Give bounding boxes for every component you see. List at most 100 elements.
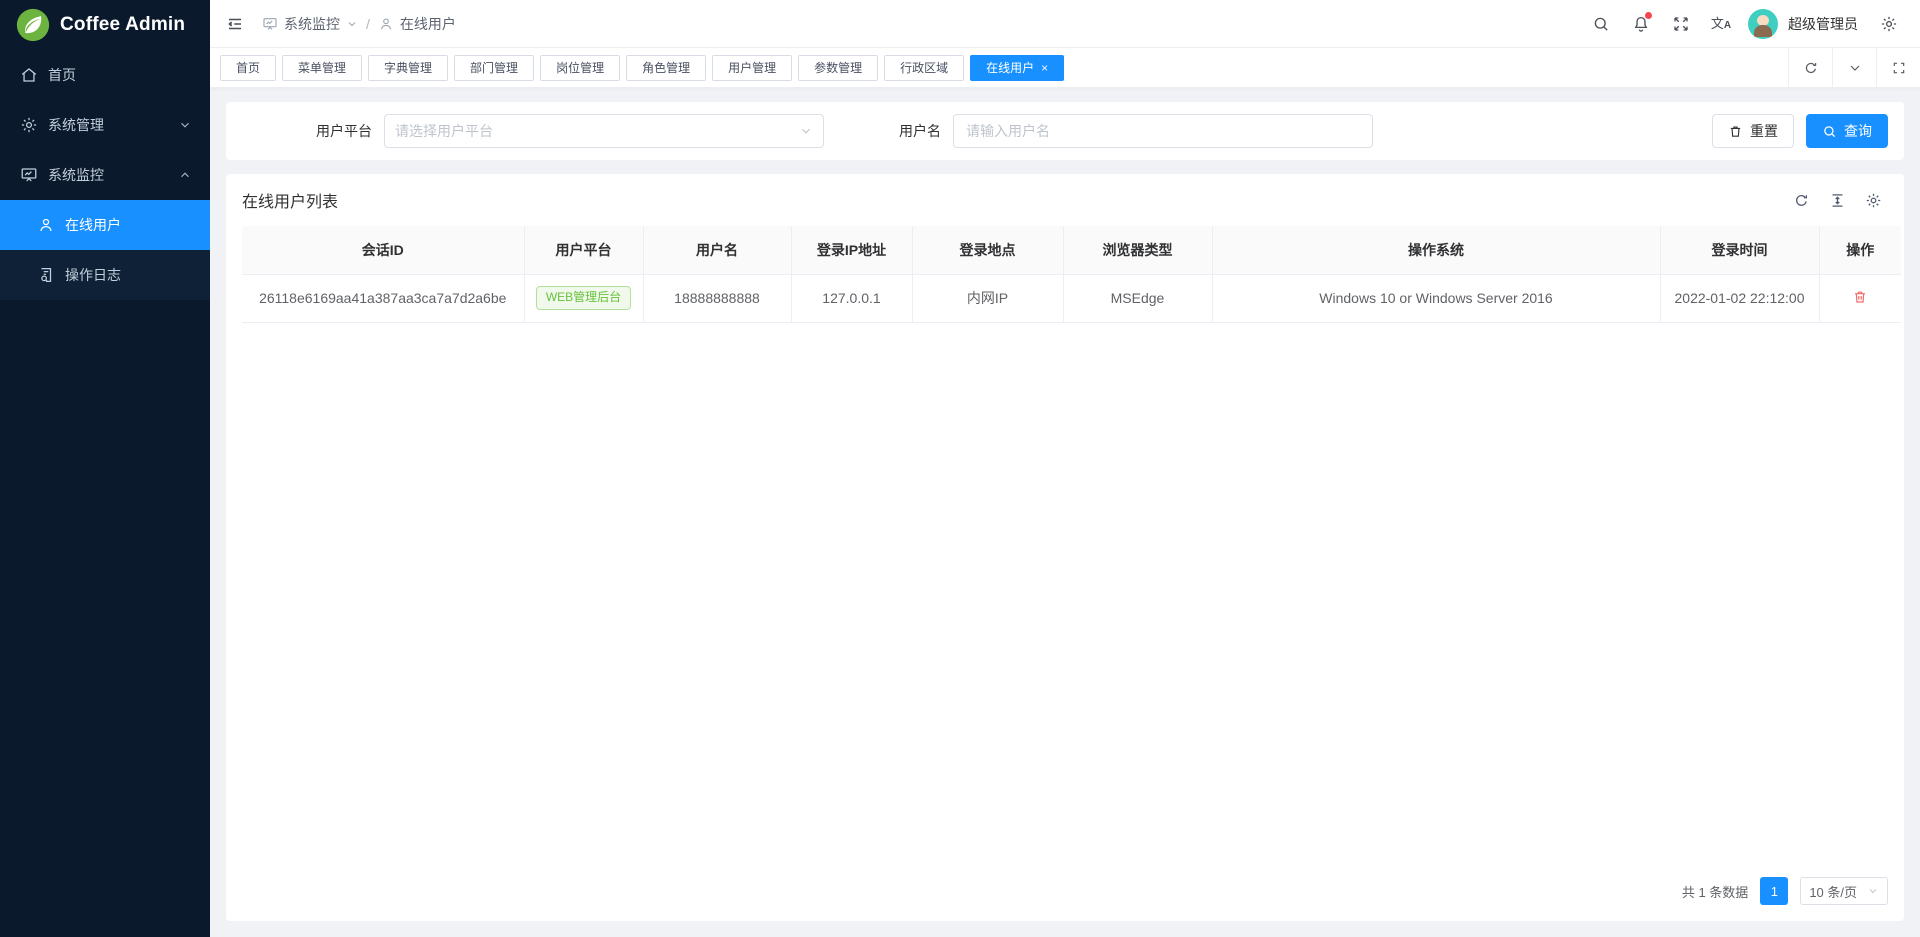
chevron-up-icon	[178, 168, 192, 182]
brand[interactable]: Coffee Admin	[0, 0, 210, 50]
user-name[interactable]: 超级管理员	[1788, 14, 1858, 34]
cell-os: Windows 10 or Windows Server 2016	[1212, 274, 1660, 322]
breadcrumb-label: 系统监控	[284, 14, 340, 34]
refresh-icon[interactable]	[1786, 185, 1816, 215]
tab-post-management[interactable]: 岗位管理	[540, 55, 620, 81]
gear-icon	[20, 116, 38, 134]
filter-platform: 用户平台 请选择用户平台	[316, 114, 824, 148]
platform-label: 用户平台	[316, 121, 372, 141]
log-icon	[37, 266, 55, 284]
column-settings-gear-icon[interactable]	[1858, 185, 1888, 215]
sidebar-collapse-button[interactable]	[216, 5, 254, 43]
navbar-right: 文A 超级管理员	[1582, 5, 1908, 43]
top-navbar: 系统监控 / 在线用户	[210, 0, 1920, 48]
breadcrumb-item-online-users: 在线用户	[378, 14, 456, 34]
app-root: Coffee Admin 首页 系统管理	[0, 0, 1920, 937]
platform-select-placeholder: 请选择用户平台	[395, 121, 799, 141]
main-column: 系统监控 / 在线用户	[210, 0, 1920, 937]
column-header-username: 用户名	[643, 226, 791, 274]
column-header-browser: 浏览器类型	[1063, 226, 1212, 274]
tab-role-management[interactable]: 角色管理	[626, 55, 706, 81]
pagination: 共 1 条数据 1 10 条/页	[242, 861, 1888, 921]
pagination-total: 共 1 条数据	[1682, 882, 1748, 901]
sidebar-item-online-users[interactable]: 在线用户	[0, 200, 210, 250]
sidebar-item-system-management[interactable]: 系统管理	[0, 100, 210, 150]
user-icon	[378, 16, 394, 32]
sidebar-item-label: 系统管理	[48, 115, 104, 135]
tab-dict-management[interactable]: 字典管理	[368, 55, 448, 81]
breadcrumb: 系统监控 / 在线用户	[262, 14, 456, 34]
filter-username: 用户名	[899, 114, 1373, 148]
home-icon	[20, 66, 38, 84]
page-size-select[interactable]: 10 条/页	[1800, 877, 1888, 905]
tab-admin-region[interactable]: 行政区域	[884, 55, 964, 81]
breadcrumb-item-system-monitor[interactable]: 系统监控	[262, 14, 358, 34]
card-title: 在线用户列表	[242, 188, 338, 212]
sidebar-item-operation-logs[interactable]: 操作日志	[0, 250, 210, 300]
user-icon	[37, 216, 55, 234]
breadcrumb-separator: /	[366, 16, 370, 32]
tab-bar: 首页 菜单管理 字典管理 部门管理 岗位管理 角色管理 用户管理 参数管理 行政…	[210, 48, 1920, 88]
notification-badge	[1645, 12, 1652, 19]
filter-actions: 重置 查询	[1712, 114, 1888, 148]
platform-select[interactable]: 请选择用户平台	[384, 114, 824, 148]
tab-dept-management[interactable]: 部门管理	[454, 55, 534, 81]
table-row: 26118e6169aa41a387aa3ca7a7d2a6be WEB管理后台…	[242, 274, 1901, 322]
tab-user-management[interactable]: 用户管理	[712, 55, 792, 81]
settings-gear-icon[interactable]	[1870, 5, 1908, 43]
tab-home[interactable]: 首页	[220, 55, 276, 81]
tab-param-management[interactable]: 参数管理	[798, 55, 878, 81]
reset-button[interactable]: 重置	[1712, 114, 1794, 148]
column-header-platform: 用户平台	[524, 226, 643, 274]
username-label: 用户名	[899, 121, 941, 141]
search-button[interactable]: 查询	[1806, 114, 1888, 148]
trash-icon	[1728, 124, 1743, 139]
notification-bell-icon[interactable]	[1622, 5, 1660, 43]
tab-close-icon[interactable]: ×	[1041, 62, 1048, 74]
sidebar-item-label: 操作日志	[65, 265, 121, 285]
monitor-icon	[262, 16, 278, 32]
platform-tag: WEB管理后台	[536, 286, 631, 310]
card-tools	[1786, 185, 1888, 215]
sidebar-item-home[interactable]: 首页	[0, 50, 210, 100]
fullscreen-icon[interactable]	[1662, 5, 1700, 43]
row-height-icon[interactable]	[1822, 185, 1852, 215]
cell-browser: MSEdge	[1063, 274, 1212, 322]
chevron-down-icon	[1867, 885, 1879, 897]
brand-name: Coffee Admin	[60, 14, 185, 36]
content-area: 用户平台 请选择用户平台 用户名 重置	[210, 88, 1920, 937]
card-header: 在线用户列表	[242, 174, 1888, 226]
maximize-icon[interactable]	[1876, 48, 1920, 87]
tab-menu-management[interactable]: 菜单管理	[282, 55, 362, 81]
sidebar: Coffee Admin 首页 系统管理	[0, 0, 210, 937]
tab-bar-actions	[1788, 48, 1920, 87]
avatar[interactable]	[1748, 9, 1778, 39]
online-users-card: 在线用户列表	[226, 174, 1904, 921]
cell-location: 内网IP	[912, 274, 1063, 322]
brand-leaf-icon	[16, 8, 50, 42]
sidebar-item-system-monitor[interactable]: 系统监控	[0, 150, 210, 200]
tab-online-users[interactable]: 在线用户 ×	[970, 55, 1064, 81]
chevron-down-icon	[346, 18, 358, 30]
refresh-icon[interactable]	[1788, 48, 1832, 87]
pagination-page-1[interactable]: 1	[1760, 877, 1788, 905]
sidebar-submenu-monitor: 在线用户 操作日志	[0, 200, 210, 300]
column-header-os: 操作系统	[1212, 226, 1660, 274]
chevron-down-icon[interactable]	[1832, 48, 1876, 87]
sidebar-item-label: 在线用户	[65, 215, 121, 235]
chevron-down-icon	[799, 124, 813, 138]
monitor-icon	[20, 166, 38, 184]
sidebar-item-label: 系统监控	[48, 165, 104, 185]
search-icon[interactable]	[1582, 5, 1620, 43]
translate-icon[interactable]: 文A	[1702, 5, 1740, 43]
cell-ip: 127.0.0.1	[791, 274, 912, 322]
chevron-down-icon	[178, 118, 192, 132]
search-icon	[1822, 124, 1837, 139]
username-input[interactable]	[953, 114, 1373, 148]
cell-login-time: 2022-01-02 22:12:00	[1660, 274, 1819, 322]
cell-platform: WEB管理后台	[524, 274, 643, 322]
delete-row-trash-icon[interactable]	[1852, 289, 1868, 305]
column-header-login-time: 登录时间	[1660, 226, 1819, 274]
sidebar-item-label: 首页	[48, 65, 76, 85]
cell-session-id: 26118e6169aa41a387aa3ca7a7d2a6be	[242, 274, 524, 322]
